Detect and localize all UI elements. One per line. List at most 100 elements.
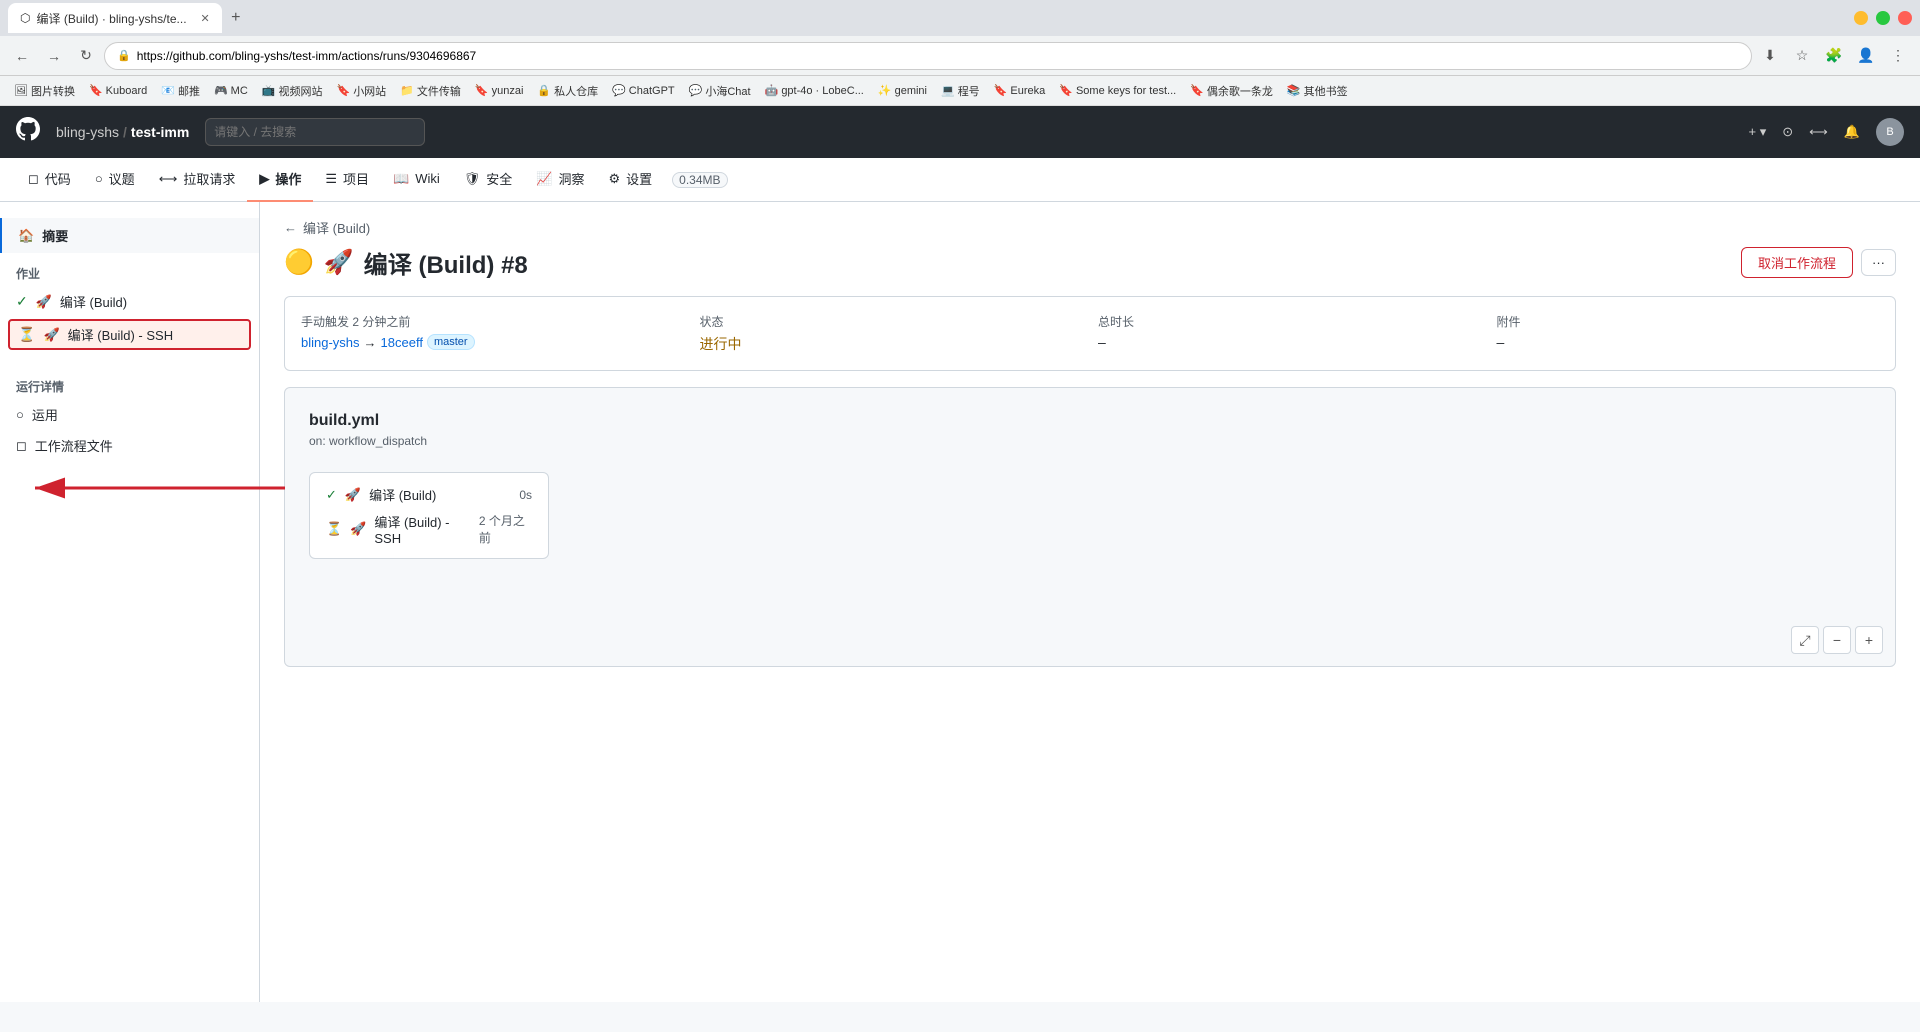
commit-hash[interactable]: 18ceeff: [381, 335, 423, 350]
branch-badge[interactable]: master: [427, 334, 475, 350]
profile-button[interactable]: 👤: [1852, 42, 1880, 70]
bookmark-icon: 🔒: [537, 84, 551, 97]
nav-actions[interactable]: ▶ 操作: [247, 158, 313, 202]
bookmark-icon: 🎮: [214, 84, 228, 97]
maximize-button[interactable]: [1876, 11, 1890, 25]
title-status-icon: 🟡: [284, 248, 314, 277]
forward-button[interactable]: →: [40, 42, 68, 70]
nav-wiki[interactable]: 📖 Wiki: [381, 158, 452, 202]
bookmark-mail[interactable]: 📧 邮推: [155, 81, 206, 101]
workflow-job-build-ssh[interactable]: ⏳ 🚀 编译 (Build) - SSH 2 个月之前: [326, 512, 532, 546]
download-button[interactable]: ⬇: [1756, 42, 1784, 70]
bookmark-yunzai[interactable]: 🔖 yunzai: [469, 82, 530, 99]
bookmark-small-site[interactable]: 🔖 小网站: [330, 81, 392, 101]
clock-icon: ○: [16, 407, 24, 422]
fullscreen-button[interactable]: ⤢: [1791, 626, 1819, 654]
nav-security[interactable]: 🛡 安全: [452, 158, 525, 202]
artifact-label: 附件: [1497, 313, 1880, 330]
more-options-button[interactable]: ···: [1861, 249, 1896, 276]
bookmark-kuboard[interactable]: 🔖 Kuboard: [83, 82, 153, 99]
sidebar-workflow-file[interactable]: ◻ 工作流程文件: [0, 430, 259, 461]
tab-close-button[interactable]: ✕: [201, 12, 210, 25]
breadcrumb-text: 编译 (Build): [303, 218, 370, 237]
bookmark-label: 小海Chat: [705, 83, 750, 99]
bookmark-file-transfer[interactable]: 📁 文件传输: [394, 81, 467, 101]
user-avatar[interactable]: B: [1876, 118, 1904, 146]
actor-name[interactable]: bling-yshs: [301, 335, 360, 350]
job-build-ssh-label: 编译 (Build) - SSH: [374, 512, 471, 546]
menu-button[interactable]: ⋮: [1884, 42, 1912, 70]
url-input[interactable]: [137, 49, 1739, 63]
github-username[interactable]: bling-yshs: [56, 124, 119, 140]
sidebar-summary[interactable]: 🏠 摘要: [0, 218, 259, 253]
minimize-button[interactable]: [1854, 11, 1868, 25]
active-tab[interactable]: ⬡ 编译 (Build) · bling-yshs/te... ✕: [8, 3, 222, 33]
workflow-job-build[interactable]: ✓ 🚀 编译 (Build) 0s: [326, 485, 532, 504]
bookmark-icon: 💬: [689, 84, 703, 97]
bookmark-mc[interactable]: 🎮 MC: [208, 82, 254, 99]
issues-button[interactable]: ⊙: [1782, 124, 1793, 140]
pull-requests-button[interactable]: ⟷: [1809, 124, 1828, 140]
bookmark-eureka[interactable]: 🔖 Eureka: [988, 82, 1052, 99]
bookmark-some-keys[interactable]: 🔖 Some keys for test...: [1053, 82, 1182, 99]
sidebar-job-build[interactable]: ✓ 🚀 编译 (Build): [0, 286, 259, 317]
notifications-button[interactable]: 🔔: [1844, 124, 1860, 140]
bookmark-icon: 📚: [1287, 84, 1301, 97]
pr-icon: ⟷: [159, 171, 178, 187]
workflow-job-card[interactable]: ✓ 🚀 编译 (Build) 0s ⏳ 🚀 编译 (Build) - SSH 2…: [309, 472, 549, 559]
bookmark-xiaochat[interactable]: 💬 小海Chat: [683, 81, 757, 101]
bookmark-other[interactable]: 📚 其他书签: [1281, 81, 1354, 101]
nav-projects[interactable]: ☰ 项目: [313, 158, 381, 202]
bookmark-video[interactable]: 📺 视频网站: [256, 81, 329, 101]
repo-separator: /: [123, 124, 127, 140]
bookmark-private-repo[interactable]: 🔒 私人仓库: [531, 81, 604, 101]
bookmark-icon: 🖼: [14, 84, 28, 97]
status-info: 状态 进行中: [700, 313, 1083, 354]
bookmark-image-convert[interactable]: 🖼 图片转换: [8, 81, 81, 101]
duration-value: –: [1098, 334, 1481, 350]
zoom-out-button[interactable]: −: [1823, 626, 1851, 654]
bookmark-ouyu[interactable]: 🔖 偶余歌一条龙: [1184, 81, 1279, 101]
cancel-workflow-button[interactable]: 取消工作流程: [1741, 247, 1853, 278]
projects-icon: ☰: [325, 171, 337, 187]
branch-info: bling-yshs → 18ceeff master: [301, 334, 684, 350]
code-icon: ◻: [28, 171, 39, 187]
zoom-in-button[interactable]: +: [1855, 626, 1883, 654]
nav-code[interactable]: ◻ 代码: [16, 158, 83, 202]
extension-button[interactable]: 🧩: [1820, 42, 1848, 70]
bookmark-chatgpt[interactable]: 💬 ChatGPT: [606, 82, 681, 99]
bookmark-icon: 📁: [400, 84, 414, 97]
nav-pull-requests[interactable]: ⟷ 拉取请求: [147, 158, 248, 202]
bookmark-gemini[interactable]: ✨ gemini: [872, 82, 933, 99]
github-logo[interactable]: [16, 117, 40, 148]
bookmark-label: ChatGPT: [629, 85, 675, 97]
close-button[interactable]: [1898, 11, 1912, 25]
tab-title: 编译 (Build) · bling-yshs/te...: [36, 10, 186, 27]
bookmark-gpt4[interactable]: 🤖 gpt-4o · LobeC...: [759, 82, 870, 99]
bookmark-icon: ✨: [878, 84, 892, 97]
bookmark-icon: 🔖: [475, 84, 489, 97]
nav-issues[interactable]: ○ 议题: [83, 158, 147, 202]
header-search-input[interactable]: [205, 118, 425, 146]
bookmark-label: MC: [231, 85, 248, 97]
back-button[interactable]: ←: [8, 42, 36, 70]
repo-name[interactable]: test-imm: [131, 124, 189, 140]
create-button[interactable]: + ▾: [1749, 124, 1767, 140]
sidebar-usage[interactable]: ○ 运用: [0, 399, 259, 430]
nav-insights[interactable]: 📈 洞察: [524, 158, 596, 202]
bookmark-label: Kuboard: [106, 85, 148, 97]
job-build-label: 编译 (Build): [369, 485, 436, 504]
new-tab-button[interactable]: +: [222, 4, 250, 32]
nav-settings[interactable]: ⚙ 设置: [597, 158, 665, 202]
bookmark-icon: 🤖: [765, 84, 779, 97]
bookmark-button[interactable]: ☆: [1788, 42, 1816, 70]
repo-path: bling-yshs / test-imm: [56, 124, 189, 140]
bookmark-chengma[interactable]: 💻 程号: [935, 81, 986, 101]
bookmarks-bar: 🖼 图片转换 🔖 Kuboard 📧 邮推 🎮 MC 📺 视频网站 🔖 小网站 …: [0, 76, 1920, 106]
address-bar[interactable]: 🔒: [104, 42, 1752, 70]
home-icon: 🏠: [18, 228, 34, 244]
refresh-button[interactable]: ↻: [72, 42, 100, 70]
sidebar-job-build-ssh[interactable]: ⏳ 🚀 编译 (Build) - SSH: [8, 319, 251, 350]
back-arrow[interactable]: ←: [284, 220, 297, 235]
content-area: ← 编译 (Build) 🟡 🚀 编译 (Build) #8 取消工作流程 ··…: [260, 202, 1920, 1002]
